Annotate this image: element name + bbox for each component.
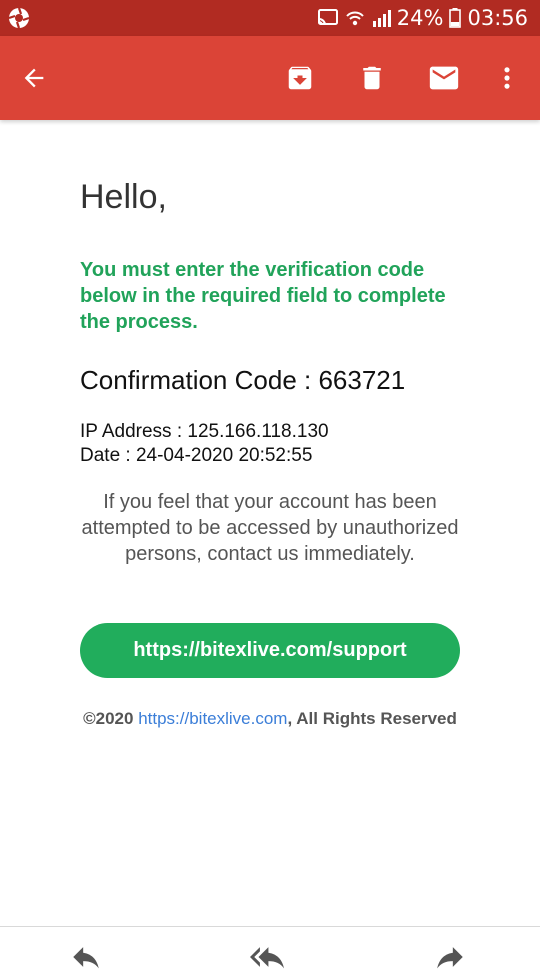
status-bar: 24% 03:56 xyxy=(0,0,540,36)
footer-prefix: ©2020 xyxy=(83,709,139,728)
ip-address: IP Address : 125.166.118.130 xyxy=(80,421,329,442)
forward-button[interactable] xyxy=(430,940,470,970)
status-indicators: 24% 03:56 xyxy=(317,0,528,36)
signal-icon xyxy=(372,10,391,27)
cast-icon xyxy=(317,9,338,26)
footer-suffix: , All Rights Reserved xyxy=(287,709,457,728)
footer-copyright: ©2020 https://bitexlive.com, All Rights … xyxy=(80,708,460,730)
archive-button[interactable] xyxy=(279,57,321,99)
clock: 03:56 xyxy=(467,6,528,30)
confirmation-code: Confirmation Code : 663721 xyxy=(80,365,406,395)
login-details: IP Address : 125.166.118.130 Date : 24-0… xyxy=(80,420,329,468)
footer-website-link[interactable]: https://bitexlive.com xyxy=(138,709,287,728)
bottom-divider xyxy=(0,926,540,927)
mark-unread-button[interactable] xyxy=(423,57,465,99)
back-button[interactable] xyxy=(13,57,55,99)
reply-all-button[interactable] xyxy=(247,940,287,970)
greeting: Hello, xyxy=(80,178,167,216)
delete-icon xyxy=(363,66,381,90)
delete-button[interactable] xyxy=(351,57,393,99)
login-date: Date : 24-04-2020 20:52:55 xyxy=(80,445,313,466)
archive-icon xyxy=(288,66,312,90)
security-warning: If you feel that your account has been a… xyxy=(81,491,459,565)
reply-button[interactable] xyxy=(66,940,106,970)
more-options-button[interactable] xyxy=(486,57,528,99)
app-notification-icon xyxy=(8,7,30,29)
battery-percent: 24% xyxy=(396,6,444,30)
forward-icon xyxy=(437,947,463,969)
wifi-icon xyxy=(346,11,364,26)
mark-unread-icon xyxy=(429,66,459,90)
reply-all-icon xyxy=(250,947,284,969)
verification-notice: You must enter the verification code bel… xyxy=(80,259,446,333)
arrow-left-icon xyxy=(24,68,44,88)
more-vert-icon xyxy=(504,67,510,89)
reply-icon xyxy=(73,947,99,969)
battery-icon xyxy=(449,8,462,28)
email-toolbar xyxy=(0,36,540,120)
support-link-button[interactable]: https://bitexlive.com/support xyxy=(80,623,460,678)
